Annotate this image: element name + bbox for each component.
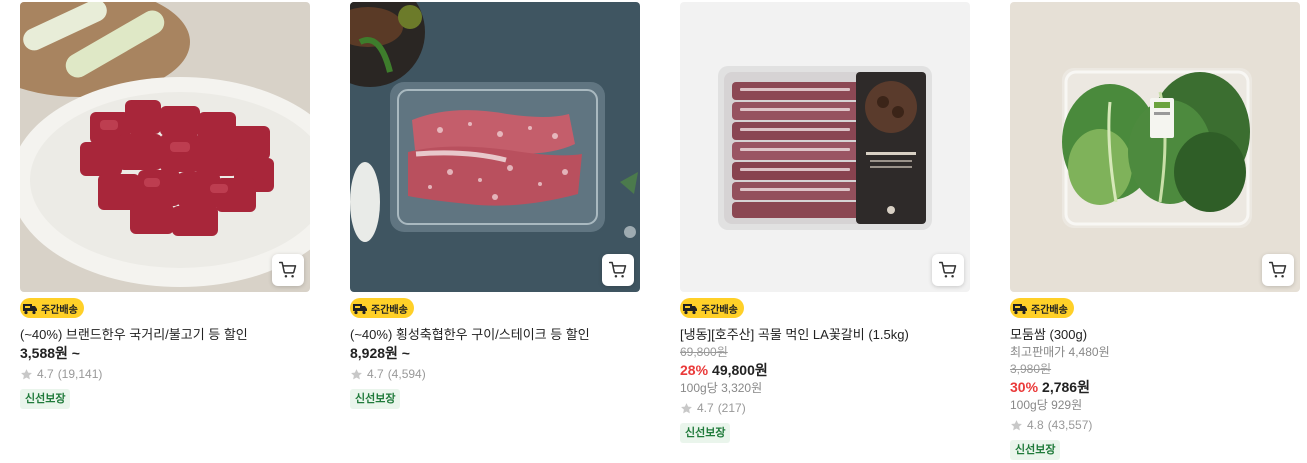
product-title[interactable]: [냉동][호주산] 곡물 먹인 LA꽃갈비 (1.5kg) [680,326,970,344]
rating-score: 4.8 [1027,418,1044,432]
review-count: (43,557) [1047,418,1093,432]
original-price: 69,800원 [680,345,728,359]
original-price: 3,980원 [1010,362,1052,376]
delivery-badge: 주간배송 [1010,298,1074,318]
delivery-badge-label: 주간배송 [41,304,78,316]
review-count: (217) [717,401,746,415]
max-price-label: 최고판매가 4,480원 [1010,345,1110,359]
fresh-guarantee-badge: 신선보장 [350,389,401,409]
add-to-cart-button[interactable] [272,254,304,286]
cart-icon [938,261,957,278]
product-title[interactable]: (~40%) 브랜드한우 국거리/불고기 등 할인 [20,326,310,344]
delivery-badge: 주간배송 [350,298,414,318]
fresh-guarantee-badge: 신선보장 [1010,440,1061,460]
product-title[interactable]: 모둠쌈 (300g) [1010,326,1300,344]
rating-score: 4.7 [37,367,54,381]
review-count: (4,594) [387,367,426,381]
delivery-badge-label: 주간배송 [1031,304,1068,316]
la-galbi-image [680,2,970,292]
star-icon [681,403,692,414]
add-to-cart-button[interactable] [932,254,964,286]
beef-cubes-image [20,2,310,292]
add-to-cart-button[interactable] [1262,254,1294,286]
mixed-lettuce-image [1010,2,1300,292]
product-image[interactable] [680,2,970,292]
delivery-badge-label: 주간배송 [701,304,738,316]
truck-icon [683,304,697,315]
fresh-guarantee-badge: 신선보장 [680,423,731,443]
delivery-badge-label: 주간배송 [371,304,408,316]
discount-rate: 28% [680,362,709,378]
product-image[interactable] [350,2,640,292]
product-card[interactable]: 주간배송 (~40%) 브랜드한우 국거리/불고기 등 할인 3,588원 ~ … [20,2,310,409]
cart-icon [608,261,627,278]
cart-icon [1268,261,1287,278]
star-icon [21,369,32,380]
product-price: 49,800원 [712,362,768,378]
add-to-cart-button[interactable] [602,254,634,286]
truck-icon [23,304,37,315]
star-icon [1011,420,1022,431]
product-rating: 4.8 (43,557) [1010,417,1300,434]
truck-icon [1013,304,1027,315]
product-price: 3,588원 ~ [20,345,80,361]
rating-score: 4.7 [367,367,384,381]
delivery-badge: 주간배송 [680,298,744,318]
review-count: (19,141) [57,367,103,381]
product-image[interactable] [1010,2,1300,292]
star-icon [351,369,362,380]
product-card[interactable]: 주간배송 [냉동][호주산] 곡물 먹인 LA꽃갈비 (1.5kg) 69,80… [680,2,970,443]
cart-icon [278,261,297,278]
product-price: 8,928원 ~ [350,345,410,361]
product-card[interactable]: 주간배송 모둠쌈 (300g) 최고판매가 4,480원 3,980원 30% 2… [1010,2,1300,460]
product-rating: 4.7 (19,141) [20,366,310,383]
delivery-badge: 주간배송 [20,298,84,318]
product-price: 2,786원 [1042,379,1090,395]
product-title[interactable]: (~40%) 횡성축협한우 구이/스테이크 등 할인 [350,326,640,344]
unit-price: 100g당 929원 [1010,398,1083,412]
product-price-row: 30% 2,786원 [1010,378,1300,397]
product-image[interactable] [20,2,310,292]
discount-rate: 30% [1010,379,1039,395]
fresh-guarantee-badge: 신선보장 [20,389,71,409]
marbled-steak-image [350,2,640,292]
product-price-row: 28% 49,800원 [680,361,970,380]
product-card[interactable]: 주간배송 (~40%) 횡성축협한우 구이/스테이크 등 할인 8,928원 ~… [350,2,640,409]
unit-price: 100g당 3,320원 [680,381,763,395]
product-rating: 4.7 (217) [680,400,970,417]
truck-icon [353,304,367,315]
rating-score: 4.7 [697,401,714,415]
product-rating: 4.7 (4,594) [350,366,640,383]
